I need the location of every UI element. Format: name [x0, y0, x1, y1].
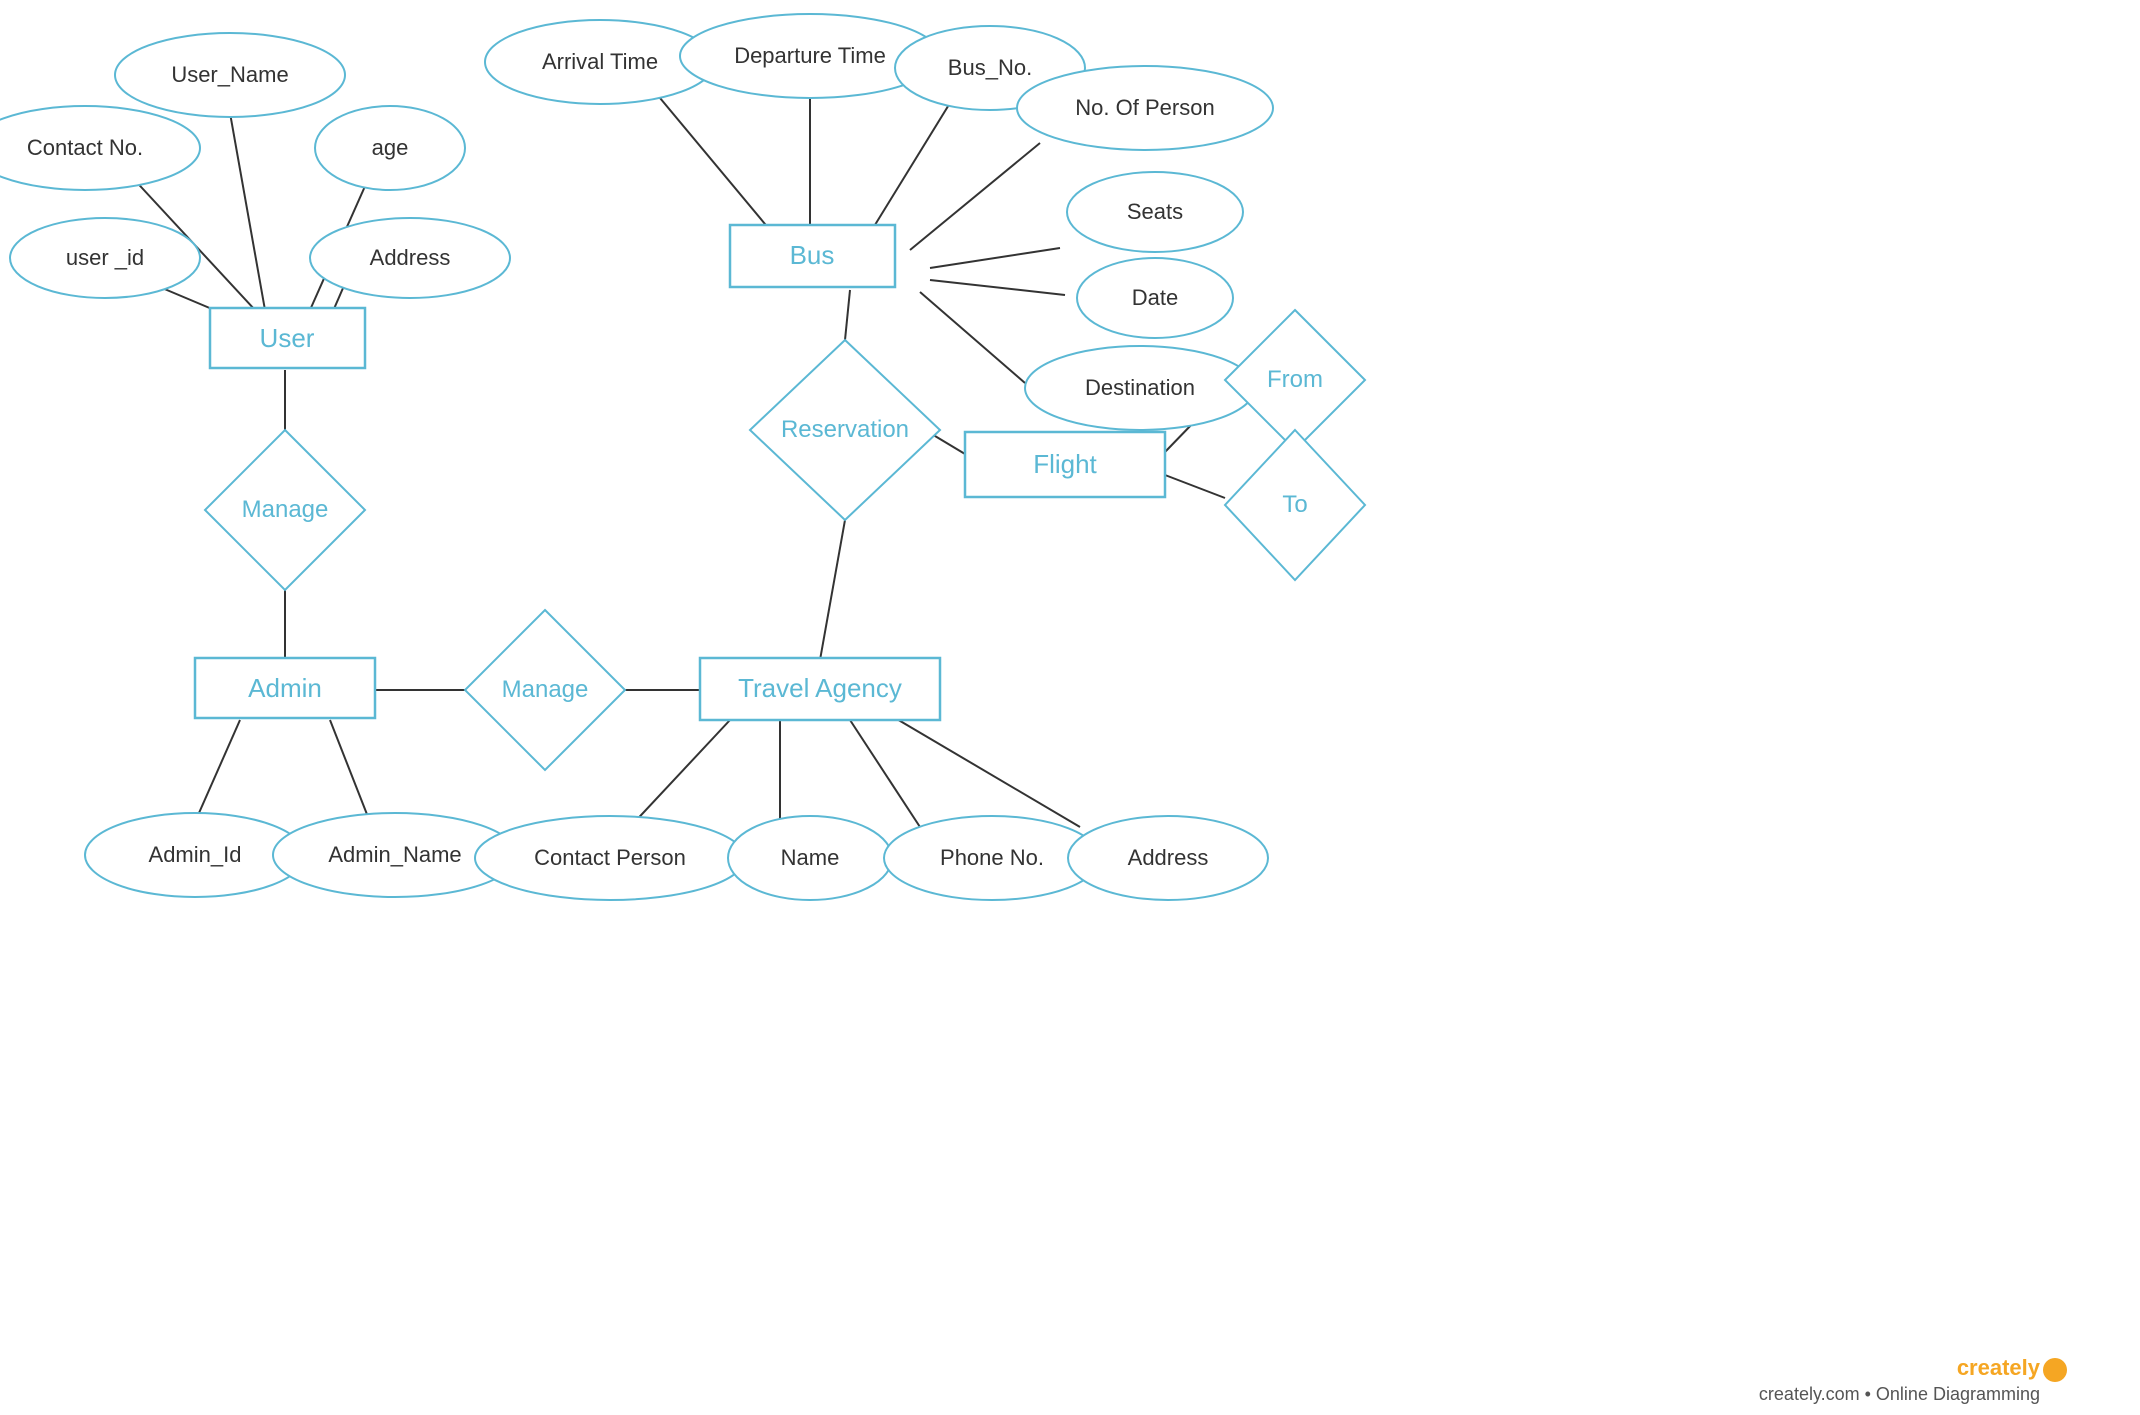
watermark-tagline: creately.com • Online Diagramming — [1759, 1384, 2040, 1404]
attr-name-label: Name — [781, 845, 840, 870]
attr-admin-name-label: Admin_Name — [328, 842, 461, 867]
entity-user-label: User — [260, 323, 315, 353]
entity-admin-label: Admin — [248, 673, 322, 703]
attr-bus-no-label: Bus_No. — [948, 55, 1032, 80]
attr-date-label: Date — [1132, 285, 1178, 310]
attr-no-of-person-label: No. Of Person — [1075, 95, 1214, 120]
attr-user-id-label: user _id — [66, 245, 144, 270]
attr-arrival-time-label: Arrival Time — [542, 49, 658, 74]
attr-contact-no-label: Contact No. — [27, 135, 143, 160]
attr-destination-label: Destination — [1085, 375, 1195, 400]
attr-age-label: age — [372, 135, 409, 160]
diamond-to-label: To — [1282, 491, 1307, 518]
attr-phone-no-label: Phone No. — [940, 845, 1044, 870]
attr-contact-person-label: Contact Person — [534, 845, 686, 870]
attr-departure-time-label: Departure Time — [734, 43, 886, 68]
attr-admin-id-label: Admin_Id — [149, 842, 242, 867]
entity-travel-agency-label: Travel Agency — [738, 673, 902, 703]
watermark-logo — [2043, 1358, 2067, 1382]
diamond-from-label: From — [1267, 366, 1323, 393]
entity-flight-label: Flight — [1033, 449, 1097, 479]
attr-seats-label: Seats — [1127, 199, 1183, 224]
entity-bus-label: Bus — [790, 240, 835, 270]
relationship-reservation-label: Reservation — [781, 416, 909, 443]
relationship-manage2-label: Manage — [502, 676, 589, 703]
attr-user-name-label: User_Name — [171, 62, 288, 87]
watermark-brand: creately — [1957, 1355, 2041, 1380]
attr-address-ta-label: Address — [1128, 845, 1209, 870]
relationship-manage1-label: Manage — [242, 496, 329, 523]
attr-address-user-label: Address — [370, 245, 451, 270]
